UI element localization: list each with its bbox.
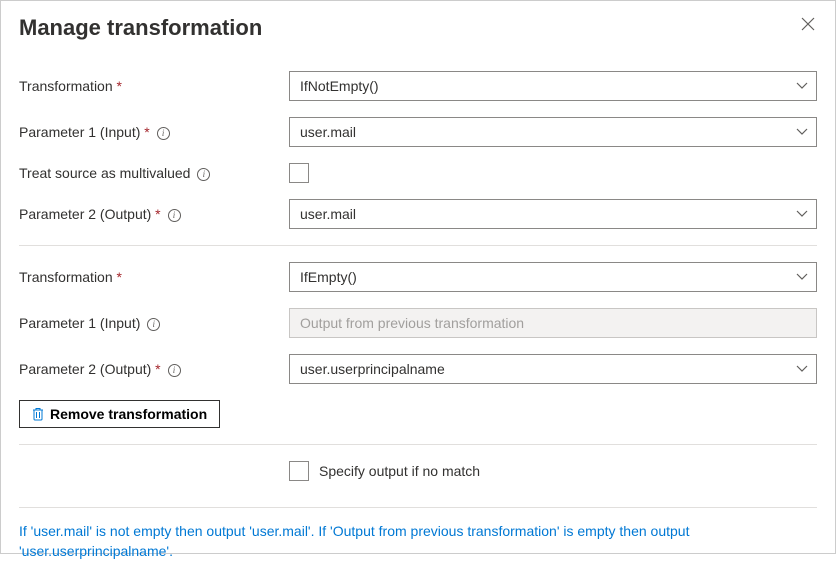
t2-param1-placeholder: Output from previous transformation bbox=[300, 315, 524, 331]
transformation-summary: If 'user.mail' is not empty then output … bbox=[19, 522, 817, 561]
t2-transformation-row: Transformation * IfEmpty() bbox=[19, 262, 817, 292]
t2-param2-label: Parameter 2 (Output) * i bbox=[19, 361, 289, 377]
info-icon[interactable]: i bbox=[147, 318, 160, 331]
chevron-down-icon bbox=[796, 210, 808, 218]
specify-no-match-checkbox[interactable] bbox=[289, 461, 309, 481]
t1-param2-value: user.mail bbox=[300, 206, 356, 222]
required-marker: * bbox=[144, 124, 149, 140]
info-icon[interactable]: i bbox=[197, 168, 210, 181]
t2-param1-row: Parameter 1 (Input) i Output from previo… bbox=[19, 308, 817, 338]
specify-no-match-label: Specify output if no match bbox=[319, 463, 480, 479]
t1-param1-row: Parameter 1 (Input) * i user.mail bbox=[19, 117, 817, 147]
t2-param2-select[interactable]: user.userprincipalname bbox=[289, 354, 817, 384]
t2-transformation-label: Transformation * bbox=[19, 269, 289, 285]
t1-transformation-row: Transformation * IfNotEmpty() bbox=[19, 71, 817, 101]
required-marker: * bbox=[155, 361, 160, 377]
chevron-down-icon bbox=[796, 273, 808, 281]
t1-transformation-value: IfNotEmpty() bbox=[300, 78, 379, 94]
dialog-title: Manage transformation bbox=[19, 15, 262, 41]
t1-param1-value: user.mail bbox=[300, 124, 356, 140]
section-divider bbox=[19, 507, 817, 508]
required-marker: * bbox=[155, 206, 160, 222]
chevron-down-icon bbox=[796, 128, 808, 136]
t1-param2-select[interactable]: user.mail bbox=[289, 199, 817, 229]
t1-multivalued-checkbox[interactable] bbox=[289, 163, 309, 183]
t2-param1-label: Parameter 1 (Input) i bbox=[19, 315, 289, 331]
section-divider bbox=[19, 444, 817, 445]
close-icon bbox=[801, 18, 815, 35]
t2-param2-value: user.userprincipalname bbox=[300, 361, 445, 377]
info-icon[interactable]: i bbox=[168, 209, 181, 222]
manage-transformation-dialog: Manage transformation Transformation * I… bbox=[0, 0, 836, 554]
t1-transformation-select[interactable]: IfNotEmpty() bbox=[289, 71, 817, 101]
specify-no-match-row: Specify output if no match bbox=[289, 461, 817, 481]
t2-transformation-select[interactable]: IfEmpty() bbox=[289, 262, 817, 292]
t1-multivalued-row: Treat source as multivalued i bbox=[19, 163, 817, 183]
info-icon[interactable]: i bbox=[168, 364, 181, 377]
t1-param1-label: Parameter 1 (Input) * i bbox=[19, 124, 289, 140]
t1-param1-select[interactable]: user.mail bbox=[289, 117, 817, 147]
info-icon[interactable]: i bbox=[157, 127, 170, 140]
trash-icon bbox=[32, 407, 44, 421]
t1-param2-label: Parameter 2 (Output) * i bbox=[19, 206, 289, 222]
t1-param2-row: Parameter 2 (Output) * i user.mail bbox=[19, 199, 817, 229]
remove-transformation-button[interactable]: Remove transformation bbox=[19, 400, 220, 428]
t1-transformation-label: Transformation * bbox=[19, 78, 289, 94]
t2-param1-readonly: Output from previous transformation bbox=[289, 308, 817, 338]
chevron-down-icon bbox=[796, 82, 808, 90]
section-divider bbox=[19, 245, 817, 246]
remove-button-label: Remove transformation bbox=[50, 406, 207, 422]
required-marker: * bbox=[117, 269, 122, 285]
chevron-down-icon bbox=[796, 365, 808, 373]
t2-transformation-value: IfEmpty() bbox=[300, 269, 357, 285]
required-marker: * bbox=[117, 78, 122, 94]
close-button[interactable] bbox=[799, 15, 817, 37]
t2-param2-row: Parameter 2 (Output) * i user.userprinci… bbox=[19, 354, 817, 384]
dialog-header: Manage transformation bbox=[19, 15, 817, 41]
t1-multivalued-label: Treat source as multivalued i bbox=[19, 165, 289, 181]
